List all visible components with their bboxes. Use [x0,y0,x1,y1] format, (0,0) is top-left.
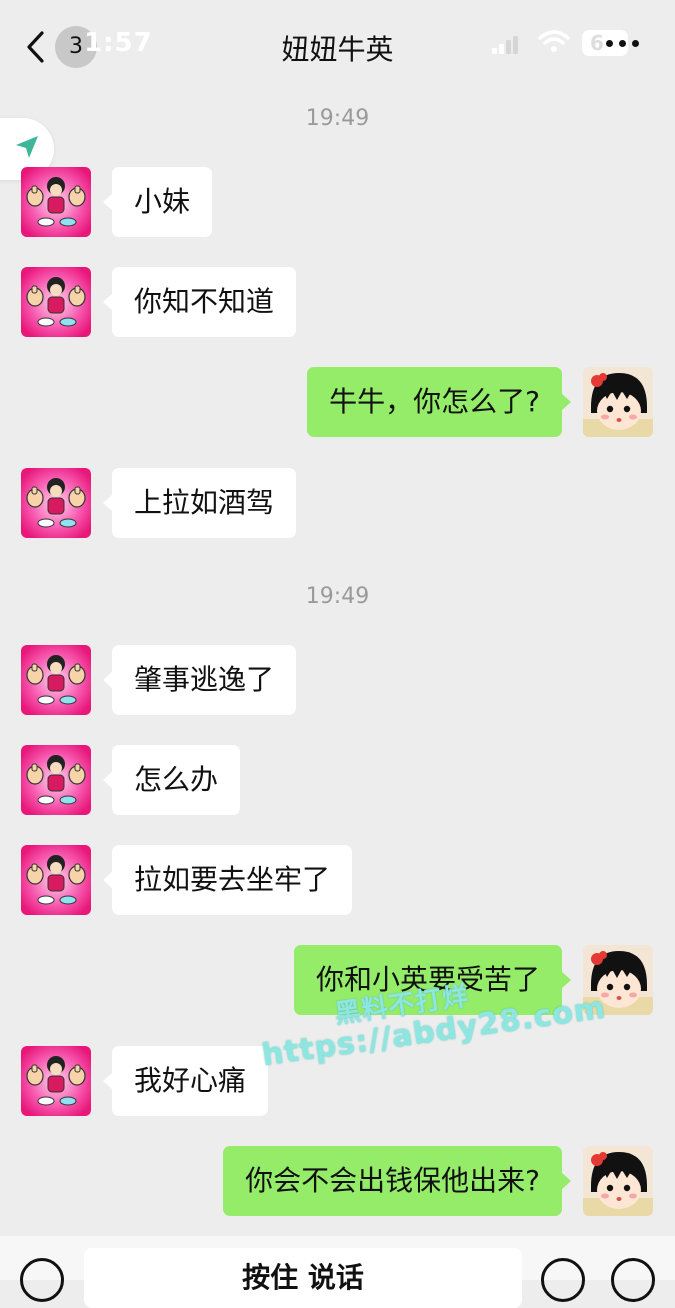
contact-avatar[interactable] [21,845,91,915]
incoming-message[interactable]: 你知不知道 [102,267,297,337]
keyboard-icon[interactable] [20,1258,64,1302]
emoji-icon[interactable] [541,1258,585,1302]
navigation-arrow-icon [16,136,38,158]
self-avatar[interactable] [583,945,653,1015]
incoming-message[interactable]: 肇事逃逸了 [102,645,297,715]
message-timestamp: 19:49 [305,584,370,609]
self-avatar[interactable] [583,1146,653,1216]
contact-avatar[interactable] [21,745,91,815]
contact-avatar[interactable] [21,468,91,538]
outgoing-message[interactable]: 你和小英要受苦了 [293,945,572,1015]
contact-avatar[interactable] [21,167,91,237]
hold-to-talk-button[interactable]: 按住 说话 [84,1248,522,1308]
contact-avatar[interactable] [21,1046,91,1116]
outgoing-message[interactable]: 你会不会出钱保他出来? [223,1146,571,1216]
contact-avatar[interactable] [21,645,91,715]
incoming-message[interactable]: 小妹 [102,167,213,237]
incoming-message[interactable]: 怎么办 [102,745,241,815]
incoming-message[interactable]: 拉如要去坐牢了 [102,845,353,915]
chat-title: 妞妞牛英 [281,33,394,66]
incoming-message[interactable]: 我好心痛 [102,1046,269,1116]
message-timestamp: 19:49 [305,106,370,131]
wifi-icon [538,30,570,52]
signal-icon [492,36,518,54]
add-icon[interactable] [611,1258,655,1302]
outgoing-message[interactable]: 牛牛，你怎么了? [307,367,571,437]
contact-avatar[interactable] [21,267,91,337]
more-options-icon[interactable] [604,36,644,50]
incoming-message[interactable]: 上拉如酒驾 [102,468,297,538]
self-avatar[interactable] [583,367,653,437]
